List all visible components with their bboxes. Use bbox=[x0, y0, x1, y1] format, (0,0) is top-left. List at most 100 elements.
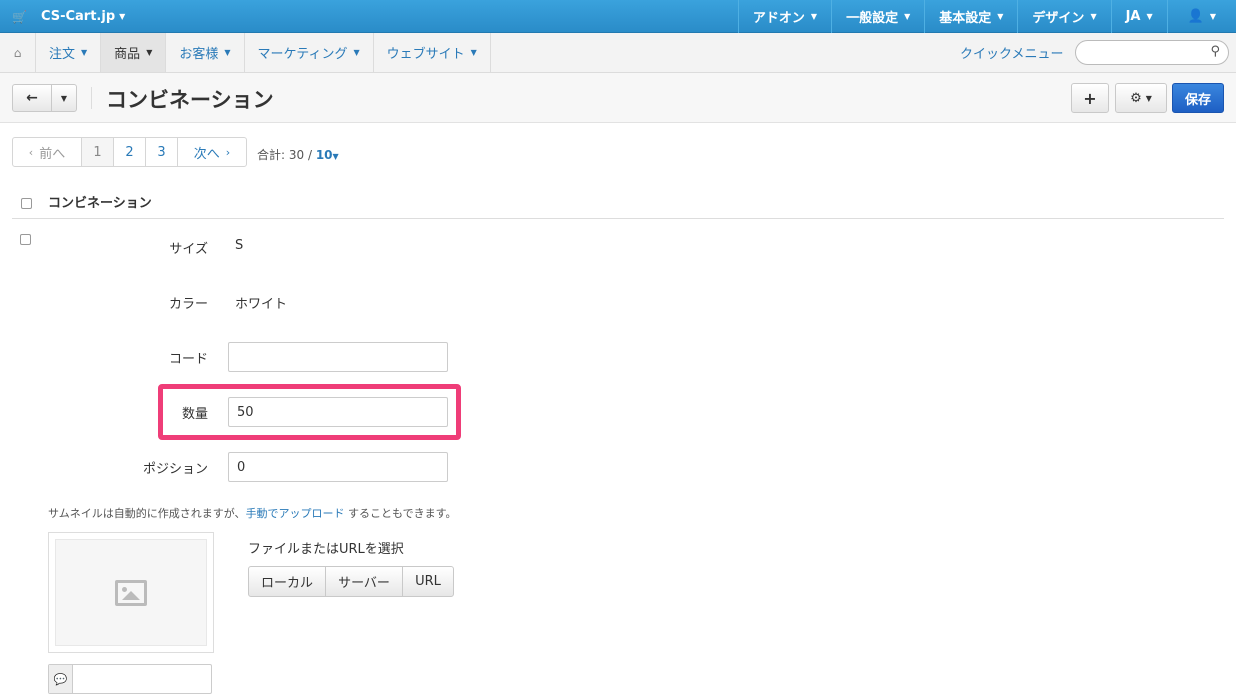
total-count: 合計: 30 / 10▼ bbox=[257, 146, 339, 163]
top-nav-label: アドオン bbox=[752, 11, 805, 26]
back-dropdown-button[interactable]: ▼ bbox=[51, 84, 77, 112]
chevron-down-icon: ▼ bbox=[1209, 12, 1216, 21]
divider bbox=[91, 87, 92, 109]
prev-page-button[interactable]: ‹ 前へ bbox=[13, 138, 82, 166]
color-value: ホワイト bbox=[235, 297, 288, 312]
save-button[interactable]: 保存 bbox=[1172, 83, 1224, 113]
position-input[interactable]: 0 bbox=[228, 452, 448, 482]
add-button[interactable]: + bbox=[1071, 83, 1109, 113]
chevron-down-icon: ▼ bbox=[353, 48, 360, 57]
note-text: することもできます。 bbox=[344, 507, 457, 520]
menu-label: 注文 bbox=[49, 47, 76, 62]
top-bar: 🛒 CS-Cart.jp ▼ アドオン ▼ 一般設定 ▼ 基本設定 ▼ デザイン ▼ J… bbox=[0, 0, 1236, 33]
row-checkbox[interactable] bbox=[20, 234, 31, 245]
top-nav-general-settings[interactable]: 一般設定 ▼ bbox=[831, 0, 924, 33]
menu-marketing[interactable]: マーケティング ▼ bbox=[245, 33, 374, 72]
page-3[interactable]: 3 bbox=[146, 138, 178, 166]
top-nav-addons[interactable]: アドオン ▼ bbox=[737, 0, 831, 33]
cart-icon: 🛒 bbox=[12, 9, 27, 24]
chevron-down-icon: ▼ bbox=[904, 12, 911, 21]
chevron-down-icon: ▼ bbox=[1146, 12, 1153, 21]
server-file-button[interactable]: サーバー bbox=[325, 566, 403, 597]
main-nav: ⌂ 注文 ▼ 商品 ▼ お客様 ▼ マーケティング ▼ ウェブサイト ▼ クイックメニュー… bbox=[0, 33, 1236, 73]
top-nav-user-menu[interactable]: 👤 ▼ bbox=[1166, 0, 1236, 33]
prev-label: 前へ bbox=[39, 146, 66, 162]
menu-website[interactable]: ウェブサイト ▼ bbox=[374, 33, 491, 72]
code-label: コード bbox=[168, 352, 208, 367]
main-menu: 注文 ▼ 商品 ▼ お客様 ▼ マーケティング ▼ ウェブサイト ▼ bbox=[36, 33, 491, 72]
back-button[interactable]: ← bbox=[12, 84, 52, 112]
page-title: コンビネーション bbox=[106, 88, 274, 112]
alt-text-field: 💬 bbox=[48, 664, 212, 694]
chevron-down-icon: ▼ bbox=[810, 12, 818, 21]
search-input[interactable]: ⚲ bbox=[1075, 40, 1229, 65]
top-nav-label: デザイン bbox=[1032, 11, 1085, 26]
comment-icon: 💬 bbox=[49, 665, 73, 693]
file-prompt: ファイルまたはURLを選択 bbox=[248, 542, 404, 557]
chevron-down-icon: ▼ bbox=[1090, 12, 1097, 21]
alt-text-input[interactable] bbox=[73, 665, 211, 693]
next-label: 次へ bbox=[193, 146, 220, 162]
file-source-buttons: ローカル サーバー URL bbox=[248, 566, 454, 597]
column-header: コンビネーション bbox=[48, 196, 152, 211]
top-nav: アドオン ▼ 一般設定 ▼ 基本設定 ▼ デザイン ▼ JA ▼ 👤 ▼ bbox=[737, 0, 1236, 33]
title-bar: ← ▼ コンビネーション + ⚙ ▼ 保存 bbox=[0, 73, 1236, 123]
search-icon[interactable]: ⚲ bbox=[1210, 44, 1220, 59]
chevron-down-icon: ▼ bbox=[119, 12, 126, 21]
store-name: CS-Cart.jp bbox=[40, 9, 116, 24]
top-nav-label: 一般設定 bbox=[846, 11, 899, 26]
chevron-down-icon: ▼ bbox=[1145, 93, 1152, 103]
position-label: ポジション bbox=[142, 462, 208, 477]
menu-products[interactable]: 商品 ▼ bbox=[101, 33, 167, 72]
chevron-down-icon: ▼ bbox=[224, 48, 231, 57]
top-nav-design[interactable]: デザイン ▼ bbox=[1017, 0, 1110, 33]
user-icon: 👤 bbox=[1187, 9, 1204, 24]
quick-menu-link[interactable]: クイックメニュー bbox=[960, 33, 1063, 72]
chevron-down-icon: ▼ bbox=[146, 48, 153, 57]
chevron-down-icon: ▼ bbox=[60, 93, 68, 103]
settings-dropdown-button[interactable]: ⚙ ▼ bbox=[1115, 83, 1167, 113]
thumbnail-placeholder bbox=[55, 539, 207, 646]
thumbnail-note: サムネイルは自動的に作成されますが、手動でアップロード することもできます。 bbox=[48, 505, 457, 521]
arrow-left-icon: ← bbox=[26, 90, 38, 106]
chevron-left-icon: ‹ bbox=[28, 145, 34, 159]
menu-orders[interactable]: 注文 ▼ bbox=[36, 33, 102, 72]
items-per-page-selector[interactable]: 10 bbox=[316, 148, 333, 162]
chevron-right-icon: › bbox=[225, 145, 231, 159]
local-file-button[interactable]: ローカル bbox=[248, 566, 326, 597]
top-nav-basic-settings[interactable]: 基本設定 ▼ bbox=[924, 0, 1017, 33]
top-nav-label: 基本設定 bbox=[939, 11, 992, 26]
chevron-down-icon: ▼ bbox=[81, 48, 88, 57]
select-all-checkbox[interactable] bbox=[21, 198, 32, 209]
menu-label: お客様 bbox=[179, 47, 219, 62]
menu-label: ウェブサイト bbox=[386, 47, 465, 62]
color-label: カラー bbox=[168, 297, 208, 312]
top-nav-label: JA bbox=[1125, 9, 1141, 24]
chevron-down-icon: ▼ bbox=[997, 12, 1004, 21]
menu-customers[interactable]: お客様 ▼ bbox=[166, 33, 245, 72]
page-1[interactable]: 1 bbox=[82, 138, 114, 166]
code-input[interactable] bbox=[228, 342, 448, 372]
table-header: コンビネーション bbox=[12, 188, 1224, 219]
size-label: サイズ bbox=[169, 242, 208, 257]
pagination: ‹ 前へ 1 2 3 次へ › bbox=[12, 137, 247, 167]
chevron-down-icon: ▼ bbox=[470, 48, 477, 57]
url-file-button[interactable]: URL bbox=[402, 566, 454, 597]
manual-upload-link[interactable]: 手動でアップロード bbox=[246, 507, 345, 520]
store-selector[interactable]: 🛒 CS-Cart.jp ▼ bbox=[12, 0, 125, 33]
gear-icon: ⚙ bbox=[1130, 90, 1142, 106]
note-text: サムネイルは自動的に作成されますが、 bbox=[48, 507, 246, 520]
highlight-box bbox=[158, 384, 461, 440]
plus-icon: + bbox=[1083, 88, 1097, 108]
menu-label: マーケティング bbox=[257, 47, 348, 62]
total-text: 合計: 30 / bbox=[257, 148, 312, 162]
thumbnail-preview bbox=[48, 532, 214, 653]
image-icon bbox=[115, 579, 147, 606]
next-page-button[interactable]: 次へ › bbox=[178, 138, 246, 166]
menu-label: 商品 bbox=[114, 47, 141, 62]
chevron-down-icon: ▼ bbox=[332, 152, 339, 161]
top-nav-language[interactable]: JA ▼ bbox=[1110, 0, 1167, 33]
size-value: S bbox=[235, 238, 244, 253]
home-icon[interactable]: ⌂ bbox=[0, 33, 36, 72]
page-2[interactable]: 2 bbox=[114, 138, 146, 166]
